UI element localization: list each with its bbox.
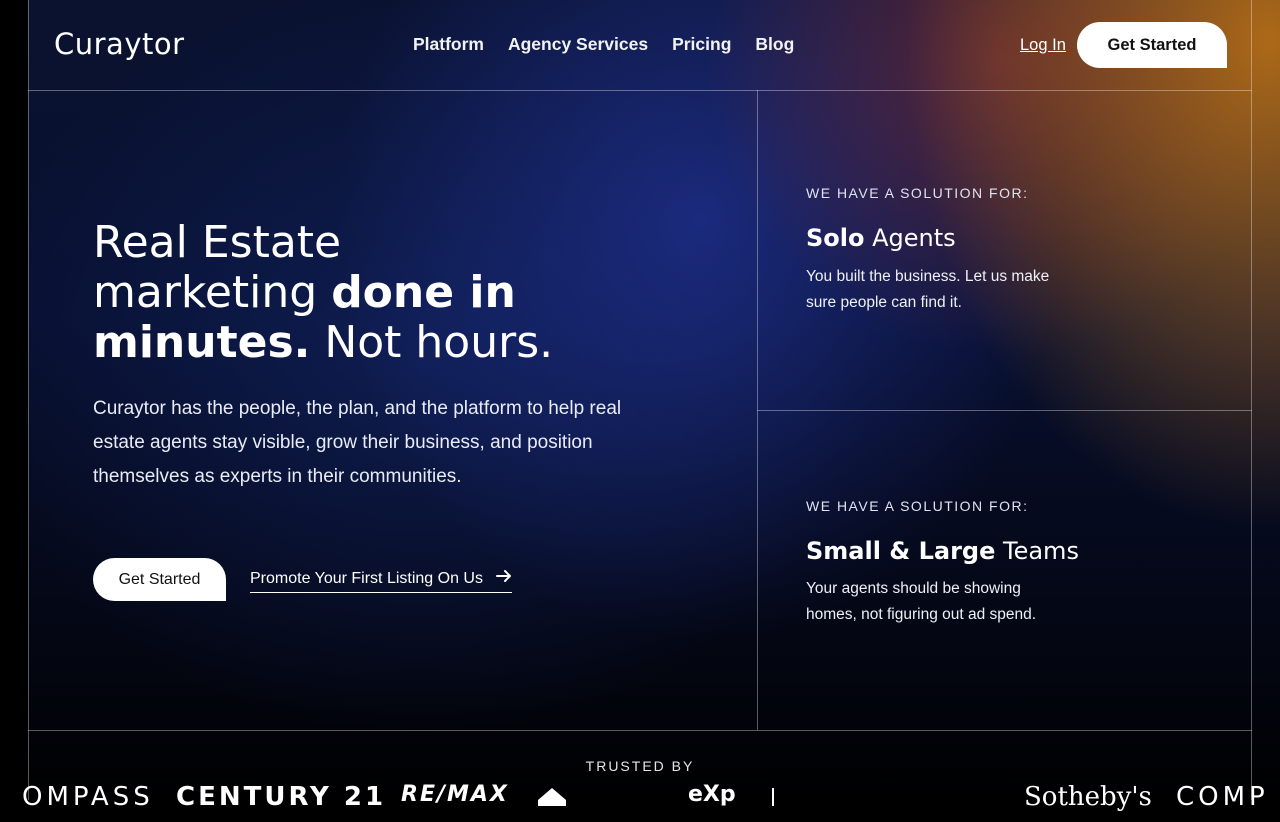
solution-title-regular: Agents <box>864 224 956 252</box>
hero-title-line1: Real Estate <box>93 217 342 268</box>
get-started-hero-button[interactable]: Get Started <box>93 558 226 601</box>
logo-sothebys: Sotheby's <box>1024 782 1152 812</box>
card-divider <box>757 410 1252 411</box>
frame-right-border <box>1251 0 1252 800</box>
login-link[interactable]: Log In <box>1020 36 1066 55</box>
nav-pricing[interactable]: Pricing <box>672 34 731 55</box>
solution-kicker: WE HAVE A SOLUTION FOR: <box>806 185 1029 201</box>
logo-exp: eXp <box>688 782 736 807</box>
nav-blog[interactable]: Blog <box>755 34 794 55</box>
house-icon <box>538 788 566 806</box>
curaytor-logo[interactable]: Curaytor <box>54 27 185 61</box>
arrow-right-icon <box>496 570 511 582</box>
logo-divider <box>772 788 774 806</box>
promote-listing-link[interactable]: Promote Your First Listing On Us <box>250 566 512 593</box>
footer-divider <box>28 730 1252 731</box>
hero-title-line3-bold: minutes. <box>93 317 311 368</box>
solution-title: Solo Agents <box>806 224 956 252</box>
main-nav: Platform Agency Services Pricing Blog <box>413 34 794 55</box>
trusted-logos-strip: OMPASS CENTURY 21 RE/MAX eXp Sotheby's C… <box>0 782 1280 822</box>
solution-title-regular: Teams <box>995 537 1079 565</box>
hero-description: Curaytor has the people, the plan, and t… <box>93 398 622 487</box>
logo-remax: RE/MAX <box>401 782 509 807</box>
solution-title-bold: Solo <box>806 224 865 252</box>
solution-title: Small & Large Teams <box>806 537 1079 565</box>
trusted-by-label: TRUSTED BY <box>585 758 695 774</box>
frame-left-border <box>28 0 29 800</box>
logo-compass: OMPASS <box>22 782 154 812</box>
logo-century21: CENTURY 21 <box>176 782 387 812</box>
hero-title-line2-bold: done in <box>331 267 516 318</box>
solution-title-bold: Small & Large <box>806 537 996 565</box>
nav-agency-services[interactable]: Agency Services <box>508 34 648 55</box>
left-margin <box>0 0 28 800</box>
header-divider <box>28 90 1252 91</box>
nav-platform[interactable]: Platform <box>413 34 484 55</box>
hero-title-line3-regular: Not hours. <box>310 317 554 368</box>
promote-listing-label: Promote Your First Listing On Us <box>250 570 483 587</box>
get-started-nav-button[interactable]: Get Started <box>1077 22 1227 68</box>
solution-kicker: WE HAVE A SOLUTION FOR: <box>806 498 1029 514</box>
hero-title: Real Estate marketing done in minutes. N… <box>93 218 713 368</box>
solution-description: Your agents should be showing homes, not… <box>806 580 1037 623</box>
hero-title-line2-regular: marketing <box>93 267 332 318</box>
solution-description: You built the business. Let us make sure… <box>806 268 1050 311</box>
logo-compass-repeat: COMP <box>1176 782 1269 812</box>
